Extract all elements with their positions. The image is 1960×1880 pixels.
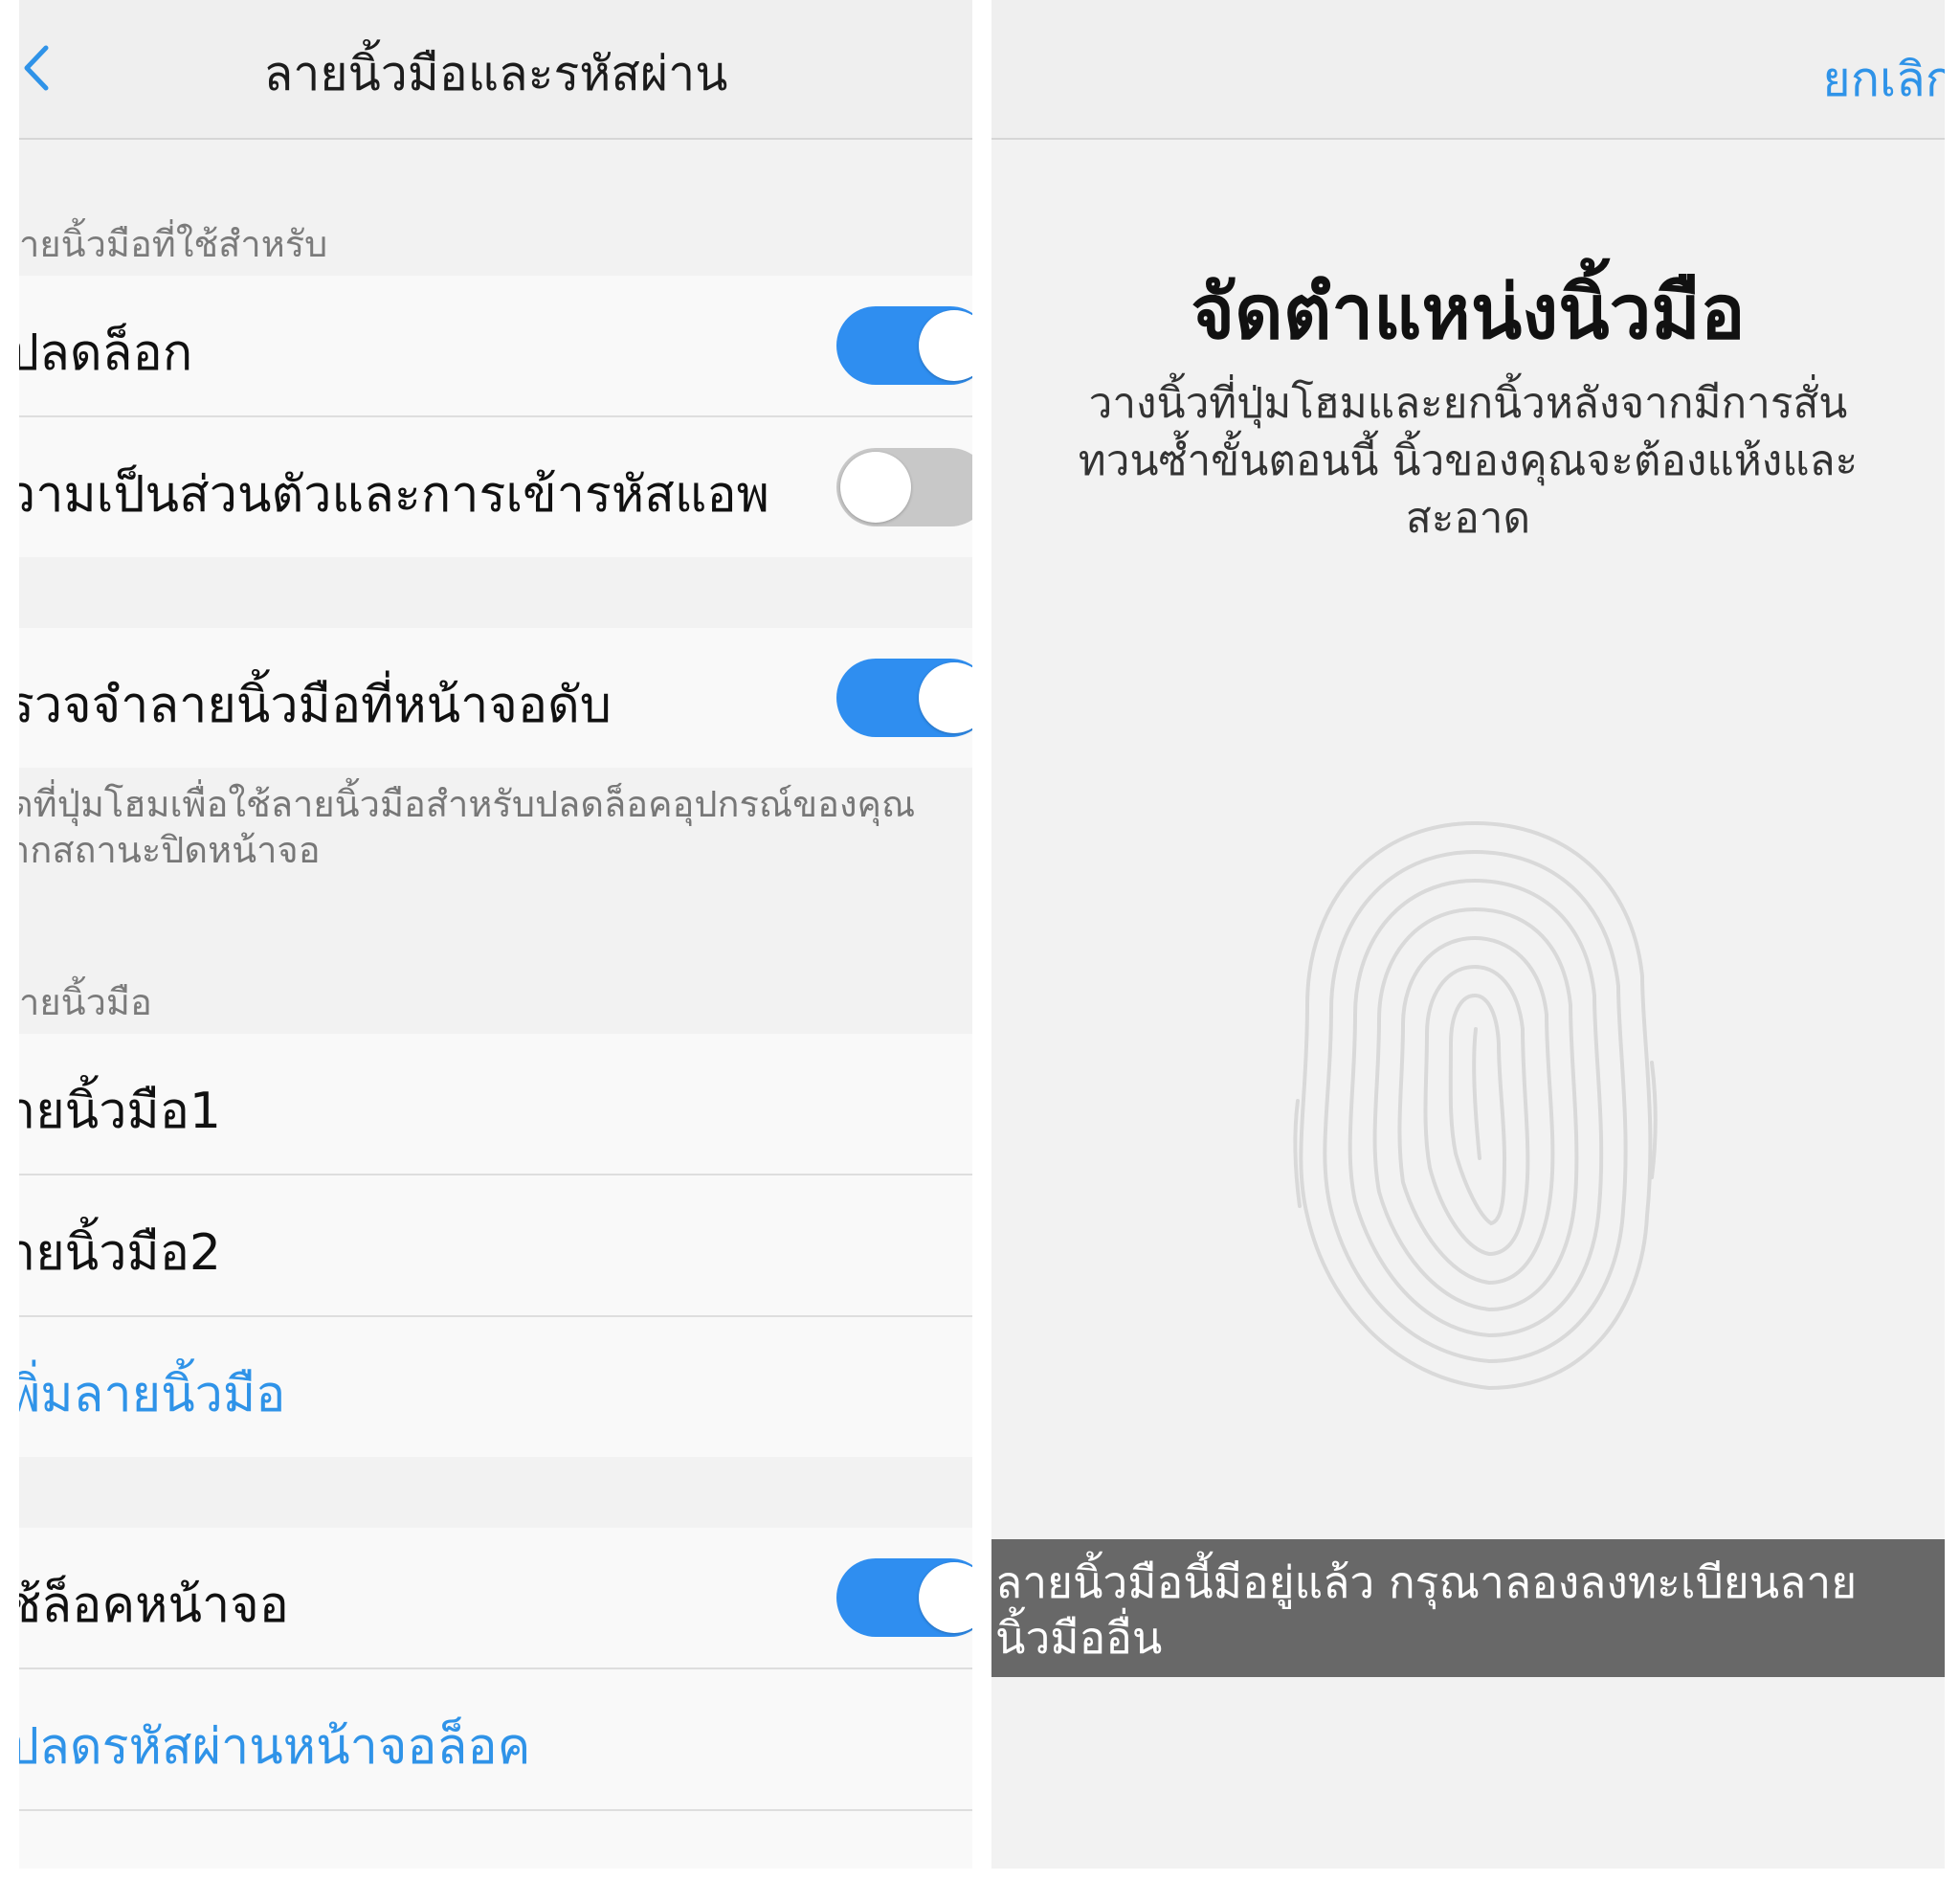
toast-line: นิ้วมืออื่น bbox=[995, 1612, 1163, 1664]
screen-off-recognition-label: รวจจำลายนิ้วมือที่หน้าจอดับ bbox=[19, 677, 612, 734]
toggle-knob bbox=[919, 1562, 972, 1633]
description-line: ากสถานะปิดหน้าจอ bbox=[19, 829, 321, 871]
unlock-label: ปลดล็อก bbox=[19, 325, 193, 382]
unlock-toggle[interactable] bbox=[836, 306, 972, 385]
section-label-fingerprints: ายนิ้วมือ bbox=[19, 981, 152, 1023]
partial-row bbox=[19, 1811, 972, 1869]
toggle-knob bbox=[919, 310, 972, 381]
toggle-knob bbox=[840, 452, 911, 523]
add-fingerprint-row[interactable]: พิ่มลายนิ้วมือ bbox=[19, 1317, 972, 1457]
screen-off-recognition-description: ดที่ปุ่มโฮมเพื่อใช้ลายนิ้วมือสำหรับปลดล็… bbox=[19, 781, 972, 873]
section-label-fingerprint-usage: ายนิ้วมือที่ใช้สำหรับ bbox=[19, 223, 328, 265]
toast-text: ลายนิ้วมือนี้มีอยู่แล้ว กรุณาลองลงทะเบีย… bbox=[995, 1555, 1933, 1666]
screen-off-recognition-toggle[interactable] bbox=[836, 659, 972, 737]
fingerprint-item-1[interactable]: ายนิ้วมือ1 bbox=[19, 1034, 972, 1175]
fingerprint-item-label: ายนิ้วมือ1 bbox=[19, 1083, 222, 1140]
screen-lock-toggle[interactable] bbox=[836, 1558, 972, 1637]
screen-lock-label: ช้ล็อคหน้าจอ bbox=[19, 1577, 289, 1634]
description-line: ดที่ปุ่มโฮมเพื่อใช้ลายนิ้วมือสำหรับปลดล็… bbox=[19, 783, 916, 825]
navigation-bar: ลายนิ้วมือและรหัสผ่าน bbox=[19, 0, 972, 140]
change-lockscreen-password-link[interactable]: ปลดรหัสผ่านหน้าจอล็อค bbox=[19, 1706, 530, 1785]
instruction-line: วางนิ้วที่ปุ่มโฮมและยกนิ้วหลังจากมีการสั… bbox=[1088, 379, 1848, 428]
navigation-bar: ยกเลิก bbox=[991, 0, 1945, 140]
instruction-line: สะอาด bbox=[1405, 494, 1531, 543]
screen-off-recognition-row[interactable]: รวจจำลายนิ้วมือที่หน้าจอดับ bbox=[19, 628, 972, 768]
toast-message: ลายนิ้วมือนี้มีอยู่แล้ว กรุณาลองลงทะเบีย… bbox=[991, 1539, 1945, 1677]
screen-lock-row[interactable]: ช้ล็อคหน้าจอ bbox=[19, 1528, 972, 1669]
page-title: ลายนิ้วมือและรหัสผ่าน bbox=[263, 46, 728, 101]
privacy-app-encryption-toggle[interactable] bbox=[836, 448, 972, 526]
fingerprint-icon bbox=[1293, 821, 1658, 1391]
toast-line: ลายนิ้วมือนี้มีอยู่แล้ว กรุณาลองลงทะเบีย… bbox=[995, 1556, 1858, 1608]
fingerprint-item-2[interactable]: ายนิ้วมือ2 bbox=[19, 1175, 972, 1317]
toggle-knob bbox=[919, 662, 972, 733]
fingerprint-enroll-screen: ยกเลิก จัดตำแหน่งนิ้วมือ วางนิ้วที่ปุ่มโ… bbox=[991, 0, 1945, 1869]
fingerprint-settings-screen: ลายนิ้วมือและรหัสผ่าน ายนิ้วมือที่ใช้สำห… bbox=[19, 0, 972, 1869]
enroll-instructions: วางนิ้วที่ปุ่มโฮมและยกนิ้วหลังจากมีการสั… bbox=[1030, 375, 1906, 548]
fingerprint-item-label: ายนิ้วมือ2 bbox=[19, 1224, 222, 1282]
unlock-row[interactable]: ปลดล็อก bbox=[19, 276, 972, 417]
privacy-app-encryption-row[interactable]: วามเป็นส่วนตัวและการเข้ารหัสแอพ bbox=[19, 417, 972, 557]
privacy-app-encryption-label: วามเป็นส่วนตัวและการเข้ารหัสแอพ bbox=[19, 466, 769, 524]
add-fingerprint-link[interactable]: พิ่มลายนิ้วมือ bbox=[19, 1354, 285, 1433]
enroll-title: จัดตำแหน่งนิ้วมือ bbox=[1191, 270, 1746, 356]
cancel-button[interactable]: ยกเลิก bbox=[1822, 42, 1945, 118]
change-lockscreen-password-row[interactable]: ปลดรหัสผ่านหน้าจอล็อค bbox=[19, 1669, 972, 1811]
instruction-line: ทวนซ้ำขั้นตอนนี้ นิ้วของคุณจะต้องแห้งและ bbox=[1078, 436, 1859, 485]
